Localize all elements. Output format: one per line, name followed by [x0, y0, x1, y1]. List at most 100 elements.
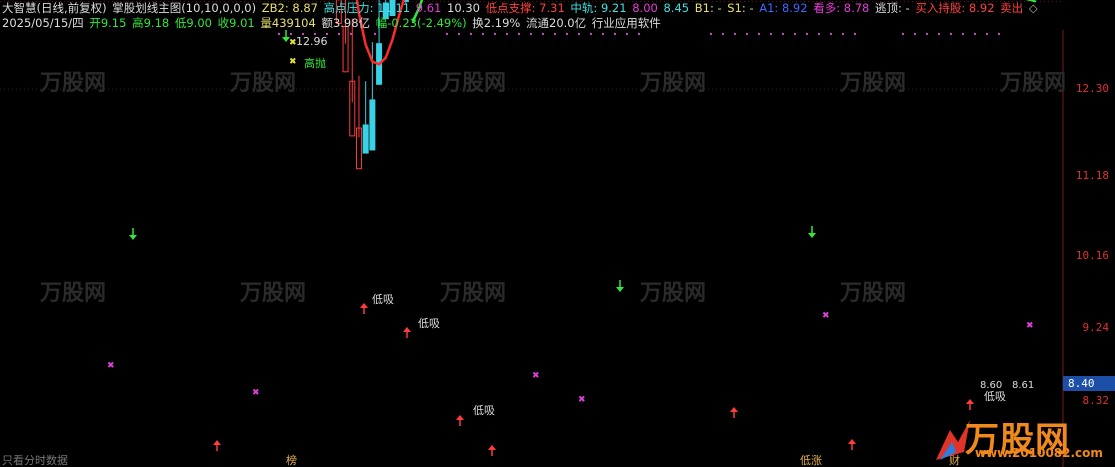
signal-arrow-icon	[808, 233, 816, 238]
chart-window: ✖ ✖ ✖ ✖ ✖ ✖ ✖ ✖ 万股网 万股网 万股网 万股网 万股网 万股网 万股网 万股网 万股网 万股网 万股…	[0, 0, 1115, 467]
escape-value: 逃顶: -	[875, 1, 910, 15]
quote-close: 收9.01	[217, 16, 255, 30]
price-chart[interactable]: ✖✖✖✖✖✖✖✖万股网 万股网 万股网 万股网 万股网 万股网万股网 万股网 万股网 万股网 万股…	[0, 0, 1115, 467]
current-price-marker: 8.40	[1063, 376, 1115, 391]
watermark: 万股网	[39, 281, 106, 306]
quote-high: 高9.18	[132, 16, 170, 30]
diamond-icon[interactable]: ◇	[1029, 1, 1038, 15]
quote-amount: 额3.98亿	[321, 16, 371, 30]
buy-low-label-1: 低吸	[372, 293, 394, 306]
indicator-name: 掌股划线主图(10,10,0,0,0)	[112, 1, 257, 15]
watermark: 万股网	[39, 71, 106, 96]
top-marker	[794, 33, 796, 35]
top-marker	[290, 33, 292, 35]
top-marker	[830, 33, 832, 35]
top-marker	[938, 33, 940, 35]
x-marker-icon: ✖	[822, 311, 830, 321]
top-marker	[974, 33, 976, 35]
indicator-header: 大智慧(日线,前复权) 掌股划线主图(10,10,0,0,0) ZB2: 8.8…	[2, 1, 1040, 15]
range-high-label: 8.61	[1012, 380, 1035, 391]
top-marker	[338, 33, 340, 35]
watermark: 万股网	[439, 71, 506, 96]
x-marker-icon: ✖	[532, 371, 540, 381]
b1-value: B1: -	[694, 1, 722, 15]
top-marker	[818, 33, 820, 35]
top-marker	[566, 33, 568, 35]
buy-hold-value: 买入持股: 8.92	[915, 1, 995, 15]
bullish-value: 看多: 8.78	[813, 1, 870, 15]
top-marker	[770, 33, 772, 35]
buy-low-label-3: 低吸	[473, 404, 495, 417]
top-marker	[806, 33, 808, 35]
top-marker	[614, 33, 616, 35]
x-marker-icon: ✖	[1026, 321, 1034, 331]
signal-arrow-icon	[360, 303, 368, 308]
app-title: 大智慧(日线,前复权)	[2, 1, 107, 15]
top-marker	[722, 33, 724, 35]
value-961: 9.61	[415, 1, 442, 15]
top-marker	[602, 33, 604, 35]
top-marker	[914, 33, 916, 35]
watermark: 万股网	[439, 281, 506, 306]
top-marker	[590, 33, 592, 35]
top-marker	[638, 33, 640, 35]
top-marker	[494, 33, 496, 35]
candle-body	[369, 99, 376, 151]
signal-arrow-icon	[213, 440, 221, 445]
axis-label-2: 10.16	[1075, 249, 1109, 262]
candle-body	[362, 124, 369, 154]
top-marker	[842, 33, 844, 35]
top-marker	[758, 33, 760, 35]
range-low-label: 8.60	[980, 380, 1003, 391]
top-marker	[374, 33, 376, 35]
watermark: 万股网	[239, 281, 306, 306]
signal-arrow-icon	[403, 327, 411, 332]
quote-change: 幅-0.23(-2.49%)	[375, 16, 467, 30]
middle-band-value: 中轨: 9.21	[570, 1, 627, 15]
signal-arrow-icon	[488, 445, 496, 450]
watermark: 万股网	[999, 71, 1066, 96]
timeshare-data-label[interactable]: 只看分时数据	[2, 452, 68, 467]
top-marker	[926, 33, 928, 35]
top-marker	[710, 33, 712, 35]
signal-arrow-icon	[129, 235, 137, 240]
value-845: 8.45	[663, 1, 690, 15]
top-marker	[998, 33, 1000, 35]
top-marker	[746, 33, 748, 35]
quote-turnover: 换2.19%	[472, 16, 521, 30]
top-marker	[470, 33, 472, 35]
s1-value: S1: -	[727, 1, 754, 15]
top-marker	[530, 33, 532, 35]
axis-label-4: 8.32	[1082, 394, 1110, 407]
x-marker-icon: ✖	[252, 388, 260, 398]
signal-arrow-icon	[730, 407, 738, 412]
sell-marker-icon: ✖	[289, 57, 297, 67]
signal-arrow-icon	[966, 399, 974, 404]
quote-sector: 行业应用软件	[591, 16, 661, 30]
axis-label-1: 11.18	[1075, 169, 1109, 182]
watermark: 万股网	[639, 71, 706, 96]
x-marker-icon: ✖	[107, 361, 115, 371]
quote-volume: 量439104	[260, 16, 316, 30]
zb2-value: ZB2: 8.87	[261, 1, 318, 15]
top-marker	[542, 33, 544, 35]
top-marker	[554, 33, 556, 35]
top-marker	[482, 33, 484, 35]
top-marker	[986, 33, 988, 35]
tag-bang: 榜	[286, 454, 297, 467]
resistance-value: 高点压力: 11.11	[323, 1, 411, 15]
watermark: 万股网	[229, 71, 296, 96]
top-marker	[962, 33, 964, 35]
top-marker	[350, 33, 352, 35]
top-marker	[902, 33, 904, 35]
top-marker	[782, 33, 784, 35]
quote-header: 2025/05/15/四 开9.15 高9.18 低9.00 收9.01 量43…	[2, 16, 663, 30]
quote-low: 低9.00	[174, 16, 212, 30]
top-marker	[734, 33, 736, 35]
sell-high-label: 高抛	[304, 57, 326, 70]
x-marker-icon: ✖	[578, 395, 586, 405]
watermark: 万股网	[839, 71, 906, 96]
support-value: 低点支撑: 7.31	[485, 1, 565, 15]
tag-dizhang: 低涨	[800, 454, 822, 467]
top-marker	[950, 33, 952, 35]
